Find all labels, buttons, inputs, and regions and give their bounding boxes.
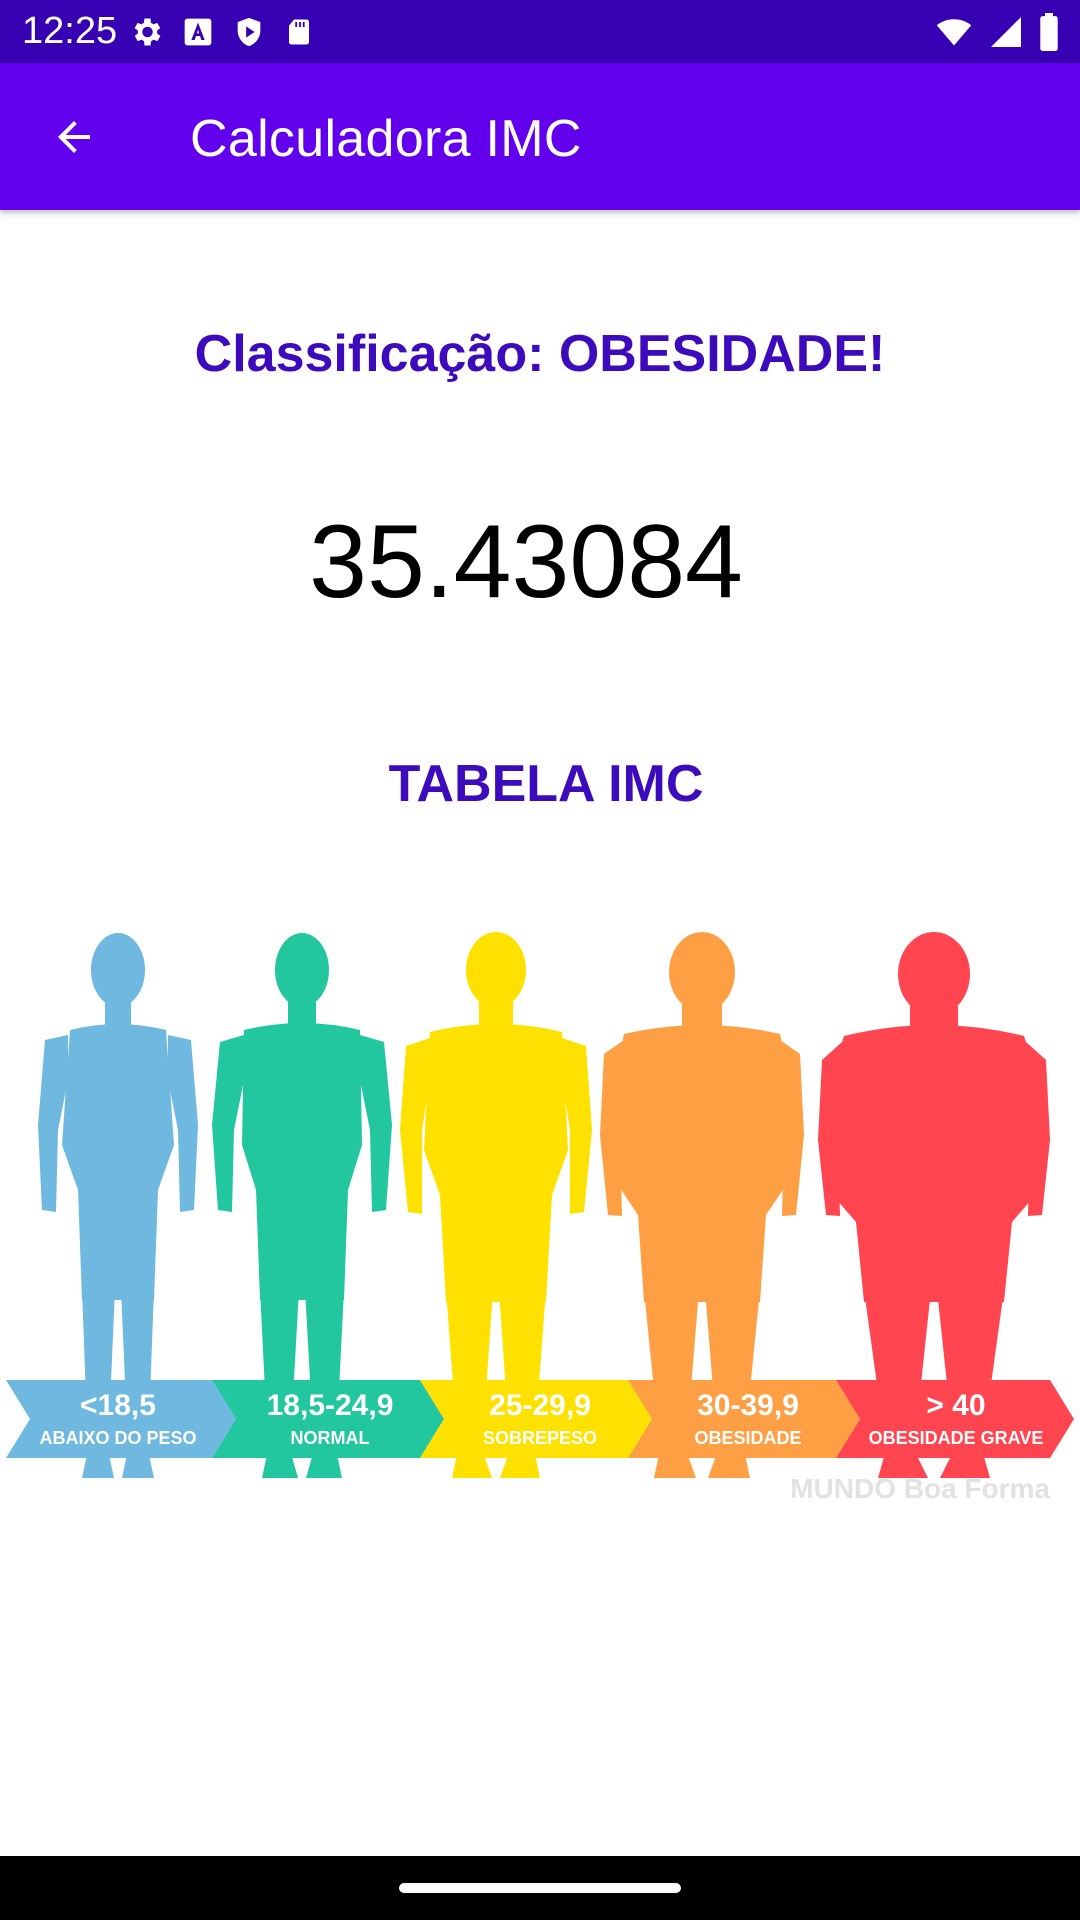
app-bar: Calculadora IMC — [0, 63, 1080, 210]
status-bar: 12:25 — [0, 0, 1080, 63]
label-underweight: ABAIXO DO PESO — [39, 1428, 196, 1448]
status-icons-right — [934, 12, 1060, 52]
range-underweight: <18,5 — [80, 1389, 156, 1422]
settings-icon — [134, 18, 161, 46]
arrow-back-icon — [58, 121, 90, 153]
classification-text: Classificação: OBESIDADE! — [194, 325, 886, 383]
home-gesture-handle[interactable] — [399, 1883, 681, 1893]
back-button[interactable] — [40, 103, 108, 171]
signal-icon — [991, 17, 1021, 47]
app-title: Calculadora IMC — [190, 110, 582, 168]
status-icons-left — [128, 12, 314, 52]
text-a-icon — [184, 18, 212, 46]
label-overweight: SOBREPESO — [483, 1428, 597, 1448]
label-normal: NORMAL — [291, 1428, 370, 1448]
label-obese: OBESIDADE — [694, 1428, 801, 1448]
play-protect-icon — [237, 17, 261, 47]
range-severe-obese: > 40 — [926, 1389, 985, 1422]
table-title: TABELA IMC — [388, 755, 704, 813]
battery-icon — [1040, 13, 1058, 51]
status-time: 12:25 — [22, 10, 118, 52]
navigation-bar — [0, 1856, 1080, 1920]
wifi-icon — [936, 19, 972, 46]
label-severe-obese: OBESIDADE GRAVE — [869, 1428, 1044, 1448]
bmi-table-image: <18,5 ABAIXO DO PESO 18,5-24,9 NORMAL 25… — [6, 932, 1074, 1504]
range-normal: 18,5-24,9 — [267, 1389, 394, 1422]
range-obese: 30-39,9 — [697, 1389, 799, 1422]
bmi-value: 35.43084 — [309, 504, 743, 620]
range-overweight: 25-29,9 — [489, 1389, 591, 1422]
watermark: MUNDO Boa Forma — [790, 1473, 1050, 1504]
sd-card-icon — [289, 19, 309, 45]
